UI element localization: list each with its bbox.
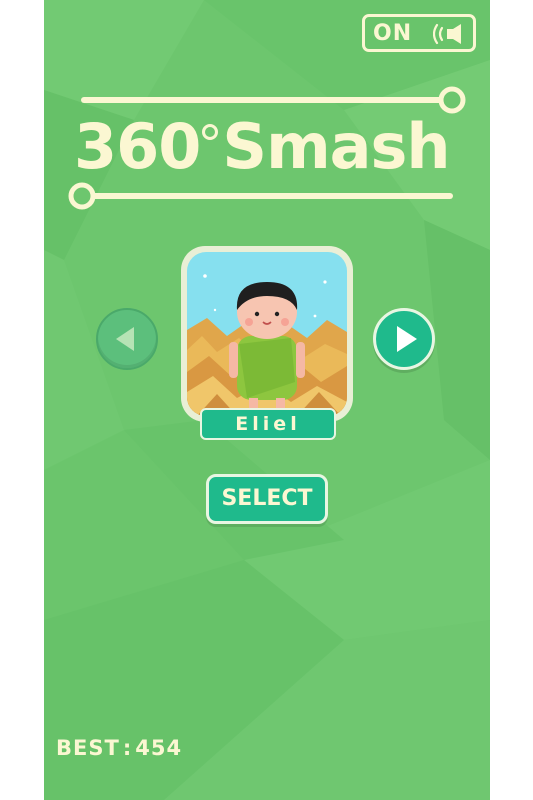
character-name-plate: Eliel (200, 408, 336, 440)
title-text: 360 Smash (74, 110, 451, 183)
sound-state-label: ON (373, 21, 413, 46)
title-word: Smash (222, 110, 450, 183)
best-score-separator: : (122, 736, 133, 760)
select-button[interactable]: SELECT (206, 474, 328, 524)
title-number: 360 (74, 110, 201, 183)
character-portrait (187, 252, 347, 416)
best-score: BEST:454 (56, 736, 182, 760)
triangle-left-icon (116, 327, 134, 351)
speaker-icon (433, 23, 461, 45)
previous-character-button[interactable] (96, 308, 158, 370)
sound-toggle-button[interactable]: ON (362, 14, 476, 52)
next-character-button[interactable] (373, 308, 435, 370)
character-card[interactable] (181, 246, 353, 422)
game-screen: ON 360 Smash Eliel SELECT BEST: 454 (44, 0, 490, 800)
best-score-label: BEST (56, 736, 120, 760)
game-title: 360 Smash (44, 80, 490, 220)
select-label: SELECT (221, 486, 313, 511)
triangle-right-icon (397, 326, 417, 352)
best-score-value: 454 (135, 736, 183, 760)
degree-mark (202, 124, 219, 140)
character-name: Eliel (235, 413, 301, 435)
